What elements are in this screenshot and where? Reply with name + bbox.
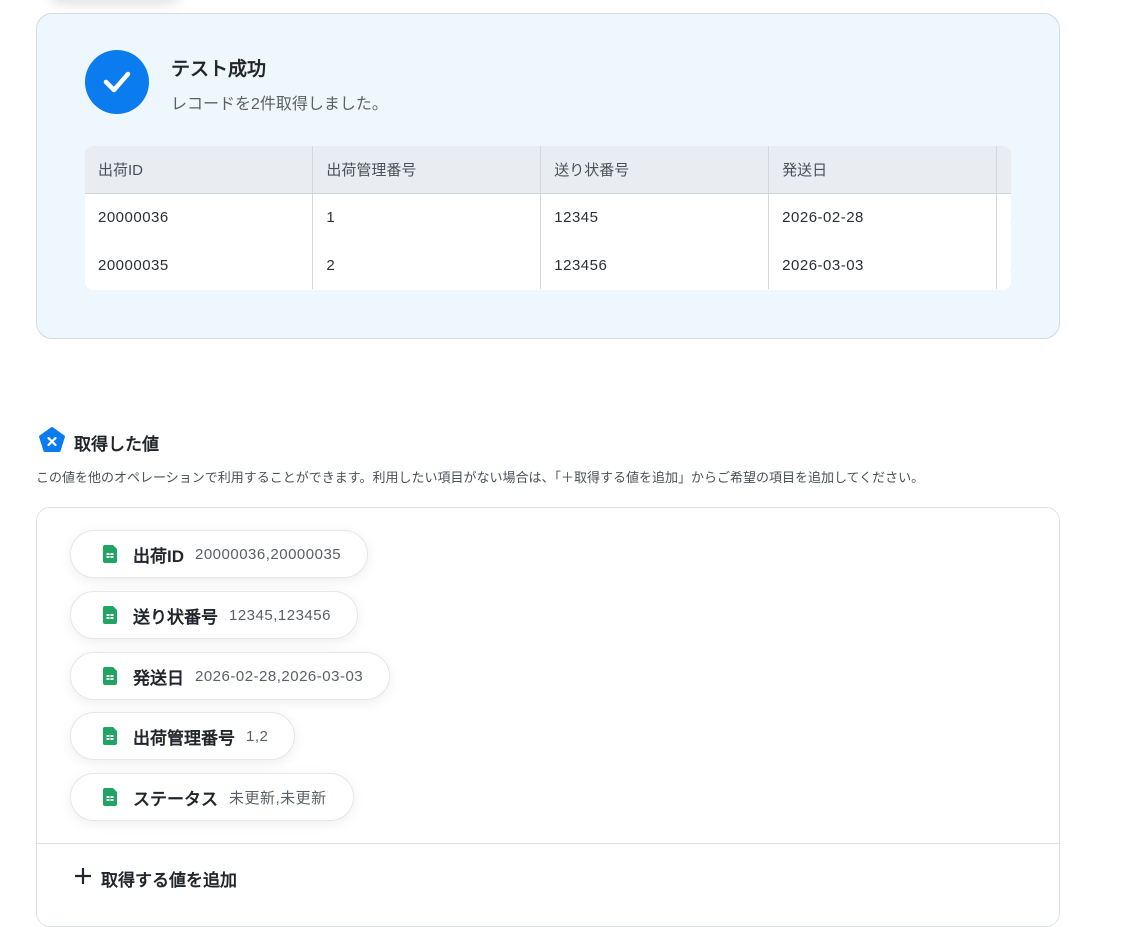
value-label: 出荷ID xyxy=(133,546,184,566)
column-header: 出荷ID xyxy=(85,146,314,194)
add-value-button[interactable]: 取得する値を追加 xyxy=(73,866,237,891)
table-cell: 12345 xyxy=(540,193,770,241)
table-cell: 未更新 xyxy=(996,193,1011,241)
value-label: 出荷管理番号 xyxy=(133,728,235,748)
table-row: 20000035 2 123456 2026-03-03 未更新 xyxy=(85,241,1011,289)
table-cell: 2026-02-28 xyxy=(768,193,998,241)
value-text: 未更新,未更新 xyxy=(229,789,327,807)
value-text: 1,2 xyxy=(246,727,269,745)
section-description: この値を他のオペレーションで利用することができます。利用したい項目がない場合は、… xyxy=(36,470,925,485)
section-header: 取得した値 xyxy=(38,426,159,459)
value-text: 2026-02-28,2026-03-03 xyxy=(195,667,364,685)
variable-icon xyxy=(38,426,66,459)
value-label: 送り状番号 xyxy=(133,607,218,627)
spreadsheet-icon xyxy=(103,545,117,563)
table-cell: 20000035 xyxy=(85,241,314,289)
column-header: ステータス xyxy=(996,146,1011,194)
add-value-label: 取得する値を追加 xyxy=(101,871,237,890)
column-header: 送り状番号 xyxy=(540,146,770,194)
table-cell: 未更新 xyxy=(996,241,1011,289)
result-title: テスト成功 xyxy=(171,59,267,80)
table-cell: 20000036 xyxy=(85,193,314,241)
value-chip[interactable]: 送り状番号 12345,123456 xyxy=(70,591,358,639)
result-subtitle: レコードを2件取得しました。 xyxy=(171,96,388,113)
table-cell: 1 xyxy=(312,193,542,241)
spreadsheet-icon xyxy=(103,727,117,745)
column-header: 発送日 xyxy=(768,146,998,194)
divider xyxy=(37,843,1059,844)
value-text: 12345,123456 xyxy=(229,606,331,624)
plus-icon xyxy=(73,866,93,891)
table-cell: 2 xyxy=(312,241,542,289)
spreadsheet-icon xyxy=(103,788,117,806)
table-row: 20000036 1 12345 2026-02-28 未更新 xyxy=(85,193,1011,241)
value-label: 発送日 xyxy=(133,668,184,688)
spreadsheet-icon xyxy=(103,606,117,624)
table-cell: 123456 xyxy=(540,241,770,289)
value-chip[interactable]: 出荷管理番号 1,2 xyxy=(70,712,296,760)
value-chip[interactable]: 発送日 2026-02-28,2026-03-03 xyxy=(70,652,391,700)
column-header: 出荷管理番号 xyxy=(312,146,542,194)
value-label: ステータス xyxy=(133,789,218,809)
value-chip[interactable]: ステータス 未更新,未更新 xyxy=(70,773,354,821)
test-result-panel: テスト成功 レコードを2件取得しました。 出荷ID 出荷管理番号 送り状番号 発… xyxy=(36,13,1060,339)
value-text: 20000036,20000035 xyxy=(195,545,342,563)
spreadsheet-icon xyxy=(103,667,117,685)
table-cell: 2026-03-03 xyxy=(768,241,998,289)
success-check-icon xyxy=(85,50,149,114)
section-title: 取得した値 xyxy=(74,435,159,454)
table-header-row: 出荷ID 出荷管理番号 送り状番号 発送日 ステータス xyxy=(85,146,1011,194)
acquired-values-panel: 出荷ID 20000036,20000035 送り状番号 12345,12345… xyxy=(36,507,1060,927)
value-chip[interactable]: 出荷ID 20000036,20000035 xyxy=(70,530,369,578)
records-table[interactable]: 出荷ID 出荷管理番号 送り状番号 発送日 ステータス 20000036 1 1… xyxy=(85,146,1011,290)
